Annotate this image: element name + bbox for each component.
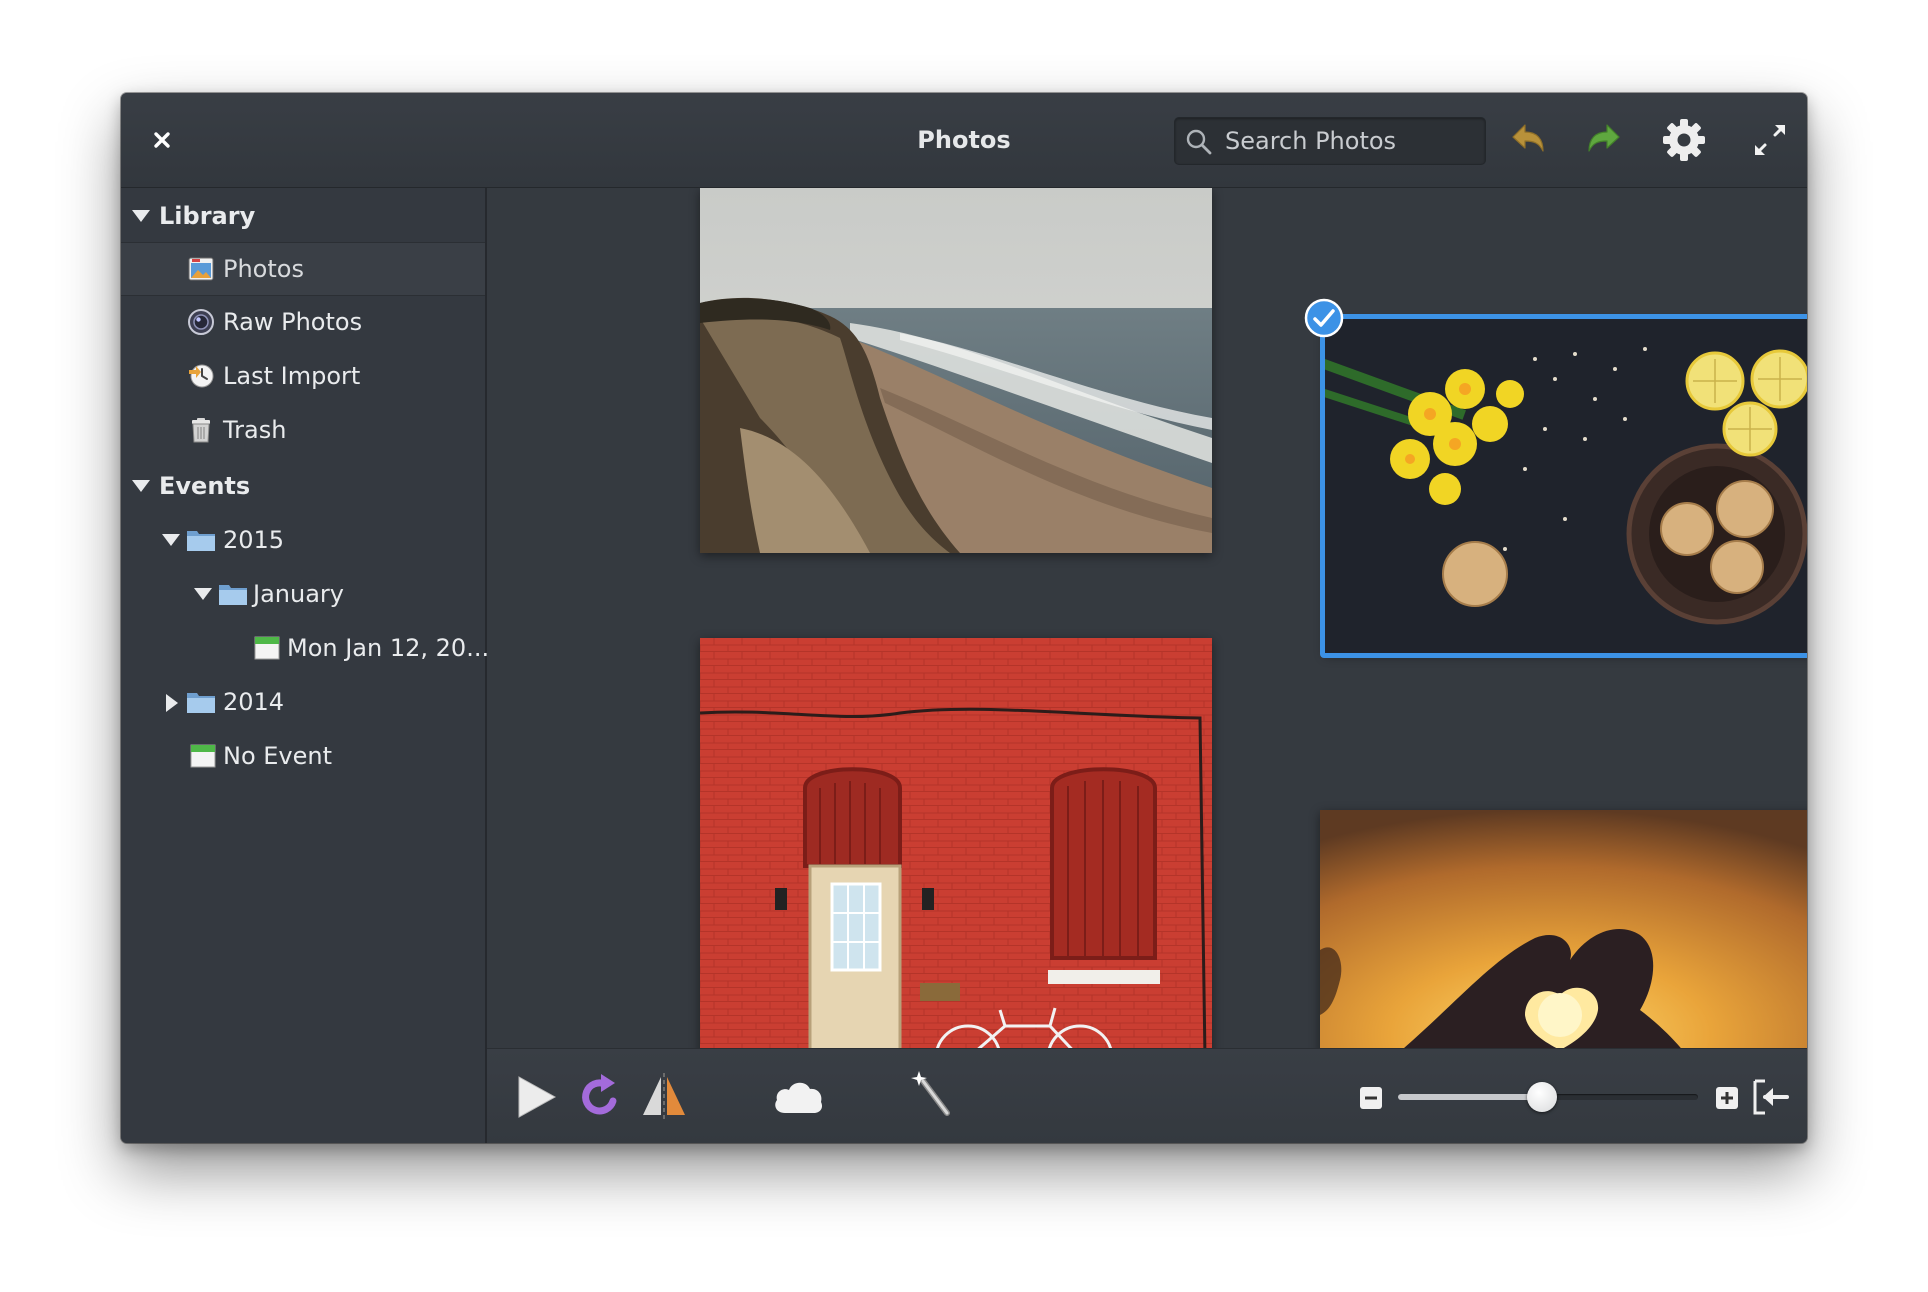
zoom-in-icon[interactable] xyxy=(1715,1086,1739,1110)
photos-window: Photos Search Photos Library Photos Raw … xyxy=(121,93,1807,1143)
settings-button[interactable] xyxy=(1657,113,1711,167)
sidebar-item-label: Last Import xyxy=(223,362,361,390)
import-clock-icon xyxy=(189,364,214,388)
folder-icon xyxy=(187,531,215,551)
sidebar-heading-label: Events xyxy=(159,472,251,500)
expander-down-icon xyxy=(132,210,150,222)
zoom-slider-fill xyxy=(1398,1094,1542,1100)
event-icon xyxy=(190,744,216,768)
zoom-out-icon[interactable] xyxy=(1359,1086,1383,1110)
sidebar-item-last-import[interactable]: Last Import xyxy=(121,350,485,402)
fullscreen-button[interactable] xyxy=(1743,113,1797,167)
sidebar-item-trash[interactable]: Trash xyxy=(121,404,485,456)
sidebar-heading-events[interactable]: Events xyxy=(121,460,485,512)
sidebar-item-label: Photos xyxy=(223,255,304,283)
expander-down-icon xyxy=(132,480,150,492)
undo-button[interactable] xyxy=(1501,113,1555,167)
folder-icon xyxy=(187,693,215,713)
play-icon[interactable] xyxy=(511,1073,559,1121)
camera-lens-icon xyxy=(188,309,214,335)
expander-down-icon xyxy=(194,588,212,600)
gear-icon xyxy=(1663,119,1705,161)
expander-down-icon xyxy=(162,534,180,546)
bottom-toolbar xyxy=(487,1048,1807,1143)
photo-red-brick-wall xyxy=(700,638,1212,1048)
magic-wand-icon[interactable] xyxy=(905,1067,959,1121)
expander-right-icon xyxy=(166,694,178,712)
selection-frame xyxy=(1320,314,1807,658)
sidebar-item-event-day[interactable]: Mon Jan 12, 20... xyxy=(121,622,489,674)
flip-icon[interactable] xyxy=(639,1071,689,1121)
sidebar-heading-library[interactable]: Library xyxy=(121,190,485,242)
photo-thumbnail[interactable] xyxy=(700,638,1212,1048)
folder-icon xyxy=(219,585,247,605)
sidebar-item-label: Mon Jan 12, 20... xyxy=(287,634,490,662)
event-icon xyxy=(254,636,280,660)
photo-grid xyxy=(487,188,1807,1048)
sidebar-item-label: Raw Photos xyxy=(223,308,363,336)
redo-button[interactable] xyxy=(1577,113,1631,167)
sidebar-item-2014[interactable]: 2014 xyxy=(121,676,485,728)
header-bar: Photos xyxy=(121,93,1807,188)
photo-thumbnail[interactable] xyxy=(1320,810,1807,1048)
sidebar-item-label: Trash xyxy=(223,416,287,444)
search-input[interactable] xyxy=(1225,118,1475,164)
zoom-slider-handle[interactable] xyxy=(1527,1082,1557,1112)
sidebar: Library Photos Raw Photos Last Import Tr… xyxy=(121,188,489,1143)
cloud-icon[interactable] xyxy=(771,1075,825,1117)
search-box[interactable] xyxy=(1174,117,1486,165)
photo-coast-cliff xyxy=(700,188,1212,553)
sidebar-item-2015[interactable]: 2015 xyxy=(121,514,485,566)
photo-thumbnail[interactable] xyxy=(700,188,1212,553)
sidebar-item-label: January xyxy=(253,580,344,608)
undo-icon xyxy=(1512,124,1544,152)
rotate-icon[interactable] xyxy=(575,1071,625,1121)
sidebar-item-january[interactable]: January xyxy=(121,568,485,620)
photos-icon xyxy=(188,257,214,281)
export-icon[interactable] xyxy=(1751,1077,1791,1117)
close-button[interactable] xyxy=(145,123,179,157)
search-icon xyxy=(1186,129,1212,155)
close-icon xyxy=(154,132,170,148)
fullscreen-icon xyxy=(1755,125,1785,155)
sidebar-item-no-event[interactable]: No Event xyxy=(121,730,485,782)
sidebar-heading-label: Library xyxy=(159,202,256,230)
redo-icon xyxy=(1588,124,1620,152)
sidebar-item-label: 2015 xyxy=(223,526,285,554)
sidebar-item-photos[interactable]: Photos xyxy=(121,242,485,296)
photo-heart-hands-sunset xyxy=(1320,810,1807,1048)
trash-icon xyxy=(192,418,210,443)
sidebar-item-label: 2014 xyxy=(223,688,285,716)
sidebar-item-raw-photos[interactable]: Raw Photos xyxy=(121,296,485,348)
sidebar-item-label: No Event xyxy=(223,742,333,770)
checkmark-icon[interactable] xyxy=(1304,298,1344,338)
